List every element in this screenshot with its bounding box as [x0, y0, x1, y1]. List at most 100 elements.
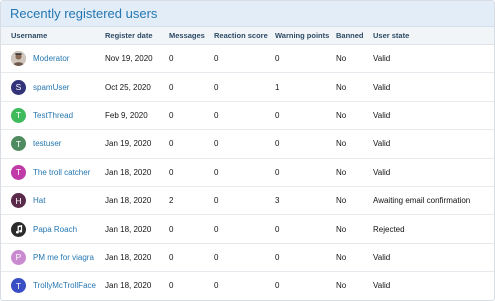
table-header-row: Username Register date Messages Reaction…: [1, 27, 494, 45]
warning-points-cell: 0: [271, 129, 332, 159]
column-header-register-date: Register date: [101, 27, 165, 45]
messages-cell: 0: [165, 44, 210, 74]
banned-cell: No: [332, 72, 369, 102]
banned-cell: No: [332, 214, 369, 244]
avatar-letter: S: [15, 82, 22, 93]
reaction-score-cell: 0: [210, 158, 271, 187]
reaction-score-cell: 0: [210, 101, 271, 131]
avatar-photo[interactable]: [11, 51, 26, 67]
username-cell: Moderator: [1, 44, 101, 74]
avatar[interactable]: T: [11, 278, 26, 294]
warning-points-cell: 0: [271, 44, 332, 74]
user-state-cell: Valid: [369, 243, 494, 273]
username-cell: T TestThread: [1, 101, 101, 131]
username-link[interactable]: PM me for viagra: [33, 253, 94, 262]
register-date-cell: Jan 18, 2020: [101, 243, 165, 273]
reaction-score-cell: 0: [210, 243, 271, 273]
warning-points-cell: 0: [271, 101, 332, 131]
register-date-cell: Jan 18, 2020: [101, 271, 165, 300]
avatar[interactable]: P: [11, 249, 26, 265]
messages-cell: 0: [165, 243, 210, 273]
avatar[interactable]: S: [11, 79, 26, 95]
recently-registered-users-panel: Recently registered users Username Regis…: [0, 0, 495, 301]
warning-points-cell: 0: [271, 243, 332, 273]
username-link[interactable]: TestThread: [33, 111, 73, 120]
warning-points-cell: 1: [271, 72, 332, 102]
messages-cell: 0: [165, 214, 210, 244]
user-cell-wrap: H Hat: [11, 193, 101, 209]
column-header-banned: Banned: [332, 27, 369, 45]
user-cell-wrap: T The troll catcher: [11, 164, 101, 180]
table-row: T TestThread Feb 9, 2020 0 0 0 No Valid: [1, 101, 494, 131]
music-note-icon[interactable]: [11, 221, 26, 237]
username-link[interactable]: testuser: [33, 139, 61, 148]
messages-cell: 0: [165, 101, 210, 131]
warning-points-cell: 3: [271, 186, 332, 216]
register-date-cell: Feb 9, 2020: [101, 101, 165, 131]
avatar[interactable]: T: [11, 107, 26, 123]
username-link[interactable]: Papa Roach: [33, 225, 77, 234]
register-date-cell: Jan 18, 2020: [101, 214, 165, 244]
user-state-cell: Rejected: [369, 214, 494, 244]
banned-cell: No: [332, 129, 369, 159]
username-link[interactable]: Moderator: [33, 54, 69, 63]
user-cell-wrap: T TestThread: [11, 107, 101, 123]
messages-cell: 0: [165, 271, 210, 300]
user-state-cell: Valid: [369, 129, 494, 159]
avatar-letter: T: [15, 167, 22, 178]
avatar-letter: P: [15, 252, 22, 263]
avatar[interactable]: T: [11, 164, 26, 180]
column-header-reaction-score: Reaction score: [210, 27, 271, 45]
username-cell: P PM me for viagra: [1, 243, 101, 273]
banned-cell: No: [332, 243, 369, 273]
user-cell-wrap: P PM me for viagra: [11, 249, 101, 265]
messages-cell: 0: [165, 158, 210, 187]
banned-cell: No: [332, 186, 369, 216]
messages-cell: 2: [165, 186, 210, 216]
register-date-cell: Jan 18, 2020: [101, 158, 165, 187]
table-row: Papa Roach Jan 18, 2020 0 0 0 No Rejected: [1, 214, 494, 244]
column-header-warning-points: Warning points: [271, 27, 332, 45]
avatar-letter: T: [15, 280, 22, 291]
user-state-cell: Valid: [369, 158, 494, 187]
user-cell-wrap: Papa Roach: [11, 221, 101, 237]
user-state-cell: Valid: [369, 72, 494, 102]
avatar[interactable]: T: [11, 136, 26, 152]
table-row: H Hat Jan 18, 2020 2 0 3 No Awaiting email conf…: [1, 186, 494, 216]
register-date-cell: Jan 19, 2020: [101, 129, 165, 159]
username-cell: T The troll catcher: [1, 158, 101, 187]
user-state-cell: Valid: [369, 271, 494, 300]
table-row: Moderator Nov 19, 2020 0 0 0 No Valid: [1, 44, 494, 74]
username-link[interactable]: The troll catcher: [33, 168, 90, 177]
reaction-score-cell: 0: [210, 271, 271, 300]
users-table: Username Register date Messages Reaction…: [1, 27, 494, 300]
register-date-cell: Jan 18, 2020: [101, 186, 165, 216]
user-cell-wrap: Ttestuser: [11, 136, 101, 152]
avatar-letter: H: [15, 195, 22, 206]
username-link[interactable]: spamUser: [33, 83, 69, 92]
column-header-user-state: User state: [369, 27, 494, 45]
username-link[interactable]: TrollyMcTrollFace: [33, 281, 96, 290]
avatar[interactable]: H: [11, 193, 26, 209]
warning-points-cell: 0: [271, 158, 332, 187]
banned-cell: No: [332, 44, 369, 74]
reaction-score-cell: 0: [210, 72, 271, 102]
table-row: T TrollyMcTrollFace Jan 18, 2020 0 0 0 No Valid: [1, 271, 494, 300]
user-cell-wrap: T TrollyMcTrollFace: [11, 278, 101, 294]
messages-cell: 0: [165, 72, 210, 102]
reaction-score-cell: 0: [210, 129, 271, 159]
register-date-cell: Nov 19, 2020: [101, 44, 165, 74]
user-state-cell: Awaiting email confirmation: [369, 186, 494, 216]
register-date-cell: Oct 25, 2020: [101, 72, 165, 102]
reaction-score-cell: 0: [210, 44, 271, 74]
reaction-score-cell: 0: [210, 214, 271, 244]
user-state-cell: Valid: [369, 44, 494, 74]
banned-cell: No: [332, 158, 369, 187]
username-cell: Ttestuser: [1, 129, 101, 159]
warning-points-cell: 0: [271, 271, 332, 300]
avatar-letter: T: [15, 110, 22, 121]
table-row: T The troll catcher Jan 18, 2020 0 0 0 No Valid: [1, 158, 494, 187]
reaction-score-cell: 0: [210, 186, 271, 216]
table-row: SspamUser Oct 25, 2020 0 0 1 No Valid: [1, 72, 494, 102]
username-link[interactable]: Hat: [33, 196, 45, 205]
